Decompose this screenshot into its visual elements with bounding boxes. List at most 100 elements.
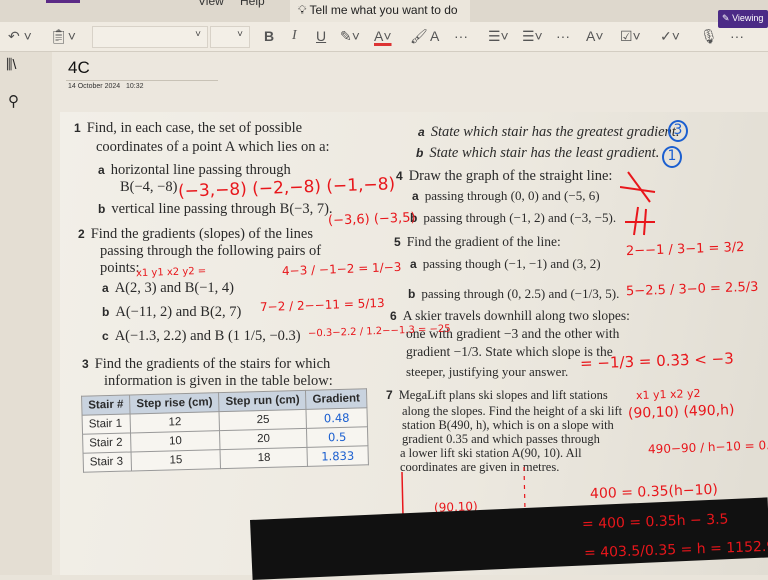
font-family-select[interactable]: ˅ [92,26,208,48]
q4a-text: passing through (0, 0) and (−5, 6) [424,188,600,203]
q4-number: 4 [396,169,403,183]
q2c-text: A(−1.3, 2.2) and B (1 1/5, −0.3) [114,328,301,344]
table-cell: 15 [131,449,221,471]
q5a-text: passing though (−1, −1) and (3, 2) [422,256,601,271]
hw-q2b: 7−2 / 2−−11 = 5/13 [259,295,385,315]
chevron-down-icon: ˅ [237,29,243,40]
q5-text1: Find the gradient of the line: [406,234,561,249]
part-label: a [98,163,105,177]
spelling-icon[interactable]: ✓˅ [660,28,680,45]
q2c: c A(−1.3, 2.2) and B (1 1/5, −0.3) [102,328,301,345]
q7-text2: along the slopes. Find the height of a s… [402,404,623,418]
time: 10:32 [126,83,144,90]
q1-text1: Find, in each case, the set of possible [86,120,303,136]
table-cell: Stair 1 [82,413,131,435]
q1a: a horizontal line passing through [98,162,291,179]
q6-text: 6 A skier travels downhill along two slop… [390,308,630,324]
clipboard-icon[interactable]: 📋︎˅ [50,28,76,45]
q3-text: 3 Find the gradients of the stairs for wh… [82,356,330,373]
q1b-text: vertical line passing through B(−3, 7). [111,201,333,217]
active-tab-indicator [46,0,80,3]
numbering-icon[interactable]: ☰˅ [522,28,543,45]
viewing-mode-button[interactable]: ✎ Viewing [718,10,768,28]
undo-icon[interactable]: ↶ ˅ [8,28,32,45]
hw-q2a-labels: x1 y1 x2 y2 = [135,265,207,280]
bullets-icon[interactable]: ☰˅ [488,28,509,45]
table-cell: 18 [220,447,308,469]
hw-q7-labels: x1 y1 x2 y2 [635,386,701,403]
menu-help[interactable]: Help [240,0,265,8]
left-rail: ⫼\ ⚲ [0,52,52,575]
tell-me-label: Tell me what you want to do [309,3,458,17]
part-label: b [98,202,106,216]
q1a-text: horizontal line passing through [110,162,291,178]
font-size-select[interactable]: ˅ [210,26,250,48]
dictate-icon[interactable]: 🎙︎ [700,28,718,45]
notebooks-icon[interactable]: ⫼\ [6,56,16,73]
hw-q5b: 5−2.5 / 3−0 = 2.5/3 [625,279,759,300]
q5-number: 5 [394,235,401,249]
q3-text1: Find the gradients of the stairs for whi… [94,356,331,372]
highlight-icon[interactable]: ✎˅ [340,28,360,45]
menu-bar: View Help 💡︎ Tell me what you want to do [0,0,768,22]
overflow-button[interactable]: ··· [730,28,744,44]
page-date: 14 October 2024 10:32 [68,83,144,90]
part-label: a [418,125,425,139]
q2-text: 2 Find the gradients (slopes) of the line… [78,226,313,243]
font-color-icon[interactable]: A˅ [374,28,392,44]
q2-text1: Find the gradients (slopes) of the lines [90,226,313,242]
sketch-line [643,208,647,236]
hw-q4-sketches [620,171,656,236]
q7-number: 7 [386,388,393,402]
q4a: a passing through (0, 0) and (−5, 6) [412,188,600,204]
part-label: b [102,305,110,319]
styles-icon[interactable]: A˅ [586,28,604,44]
hw-q1b: (−3,6) (−3,5) [327,210,416,229]
q2b-text: A(−11, 2) and B(2, 7) [115,304,242,320]
gradient-cell: 0.48 [306,407,368,429]
more-list-button[interactable]: ··· [556,28,570,44]
chevron-down-icon: ˅ [195,29,201,40]
q7-text5: a lower lift ski station A(90, 10). All [400,446,582,460]
q2-text2: passing through the following pairs of [100,243,322,259]
table-cell: 10 [130,430,221,452]
bold-button[interactable]: B [264,28,274,44]
q2a: a A(2, 3) and B(−1, 4) [102,280,234,297]
table-cell: 20 [219,428,308,450]
more-button[interactable]: ··· [454,28,468,44]
q1b: b vertical line passing through B(−3, 7). [98,201,333,218]
clear-format-icon[interactable]: A [430,28,439,44]
q5b: b passing through (0, 2.5) and (−1/3, 5). [408,286,619,302]
gradient-cell: 0.5 [306,426,368,448]
column-header: Stair # [81,394,131,416]
q2b: b A(−11, 2) and B(2, 7) [102,304,241,321]
q6-text1: A skier travels downhill along two slope… [402,308,630,323]
hw-q5a: 2−−1 / 3−1 = 3/2 [625,239,745,260]
q3-text2: information is given in the table below: [104,373,333,389]
tell-me-search[interactable]: 💡︎ Tell me what you want to do [290,0,470,22]
tag-icon[interactable]: ☑˅ [620,28,641,45]
q7-text1: MegaLift plans ski slopes and lift stati… [398,388,608,402]
q3b: b State which stair has the least gradien… [416,145,659,162]
part-label: a [102,281,109,295]
q3-number: 3 [82,357,89,371]
hw-q2a: 4−3 / −1−2 = 1/−3 [281,259,402,279]
hw-q3a: 3 [668,120,688,142]
stairs-table: Stair # Step rise (cm) Step run (cm) Gradie… [81,388,369,473]
page-title[interactable]: 4C [68,58,90,78]
hw-q7-l1: 490−90 / h−10 = 0.35 [647,437,768,457]
table-cell: Stair 3 [83,451,132,473]
sketch-line [620,186,656,193]
italic-button[interactable]: I [292,28,297,44]
q1-number: 1 [74,121,81,135]
q1a-2: B(−4, −8) [120,179,178,195]
format-painter-icon[interactable]: 🖌︎ [410,28,428,45]
sketch-line [627,171,651,203]
q2-text3: points: [100,260,140,276]
q1-text2: coordinates of a point A which lies on a… [96,139,330,155]
table-cell: 25 [219,409,307,431]
q3a: a State which stair has the greatest grad… [418,124,679,141]
underline-button[interactable]: U [316,28,326,44]
search-icon[interactable]: ⚲ [8,92,19,110]
menu-view[interactable]: View [198,0,224,8]
